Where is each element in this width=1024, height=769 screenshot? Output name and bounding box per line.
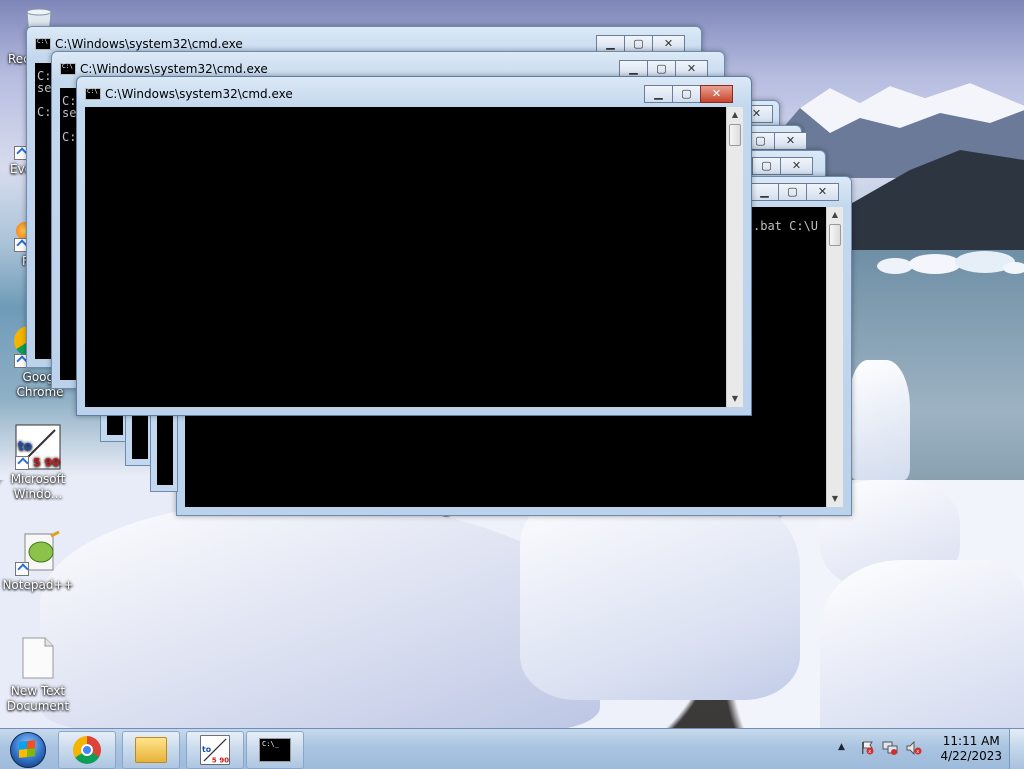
- close-button[interactable]: ✕: [774, 132, 807, 150]
- desktop-icon-new-text-document[interactable]: New Text Document: [2, 636, 74, 714]
- console-line: C:: [37, 105, 52, 119]
- scroll-down-arrow-icon[interactable]: ▼: [727, 391, 743, 407]
- close-icon: ✕: [817, 185, 828, 198]
- desktop-icon-microsoft-windows[interactable]: to 5 90 Microsoft Windo...: [2, 424, 74, 502]
- clock-date: 4/22/2023: [940, 749, 1002, 763]
- svg-text:x: x: [916, 749, 919, 755]
- maximize-button[interactable]: ▢: [672, 85, 701, 103]
- svg-text:to: to: [202, 745, 212, 754]
- cmd-app-icon: [85, 88, 101, 100]
- svg-text:to: to: [18, 439, 32, 453]
- maximize-icon: ▢: [633, 37, 644, 50]
- action-center-flag-icon[interactable]: x: [860, 741, 874, 755]
- window-title: C:\Windows\system32\cmd.exe: [55, 37, 243, 51]
- maximize-icon: ▢: [681, 87, 692, 100]
- window-controls: ▁ ▢ ✕: [596, 35, 685, 53]
- close-icon: ✕: [785, 134, 796, 147]
- window-controls: ▢ ✕: [752, 157, 813, 175]
- maximize-icon: ▢: [761, 159, 772, 172]
- maximize-icon: ▢: [656, 62, 667, 75]
- network-icon[interactable]: [882, 741, 898, 755]
- clock[interactable]: 11:11 AM 4/22/2023: [940, 734, 1002, 764]
- start-button[interactable]: [2, 730, 52, 768]
- close-button[interactable]: ✕: [780, 157, 813, 175]
- taskbar-item-chrome[interactable]: [58, 731, 116, 769]
- window-title: C:\Windows\system32\cmd.exe: [80, 62, 268, 76]
- desktop-icon-label: Microsoft Windo...: [10, 472, 66, 501]
- taskbar-item-microsoft-windows-shortcut[interactable]: to 5 90: [186, 731, 244, 769]
- minimize-icon: ▁: [629, 62, 638, 75]
- window-edge: [150, 412, 178, 492]
- cmd-window-active[interactable]: C:\Windows\system32\cmd.exe ▁ ▢ ✕ ▲ ▼: [76, 76, 752, 416]
- close-button[interactable]: ✕: [700, 85, 733, 103]
- notepad-plus-plus-icon: [15, 530, 61, 576]
- close-icon: ✕: [751, 107, 762, 120]
- windows-logo-icon: [19, 740, 35, 758]
- scroll-thumb[interactable]: [729, 124, 741, 146]
- text-document-icon: [21, 636, 55, 682]
- window-edge: [125, 412, 153, 466]
- minimize-icon: ▁: [654, 87, 663, 100]
- maximize-icon: ▢: [787, 185, 798, 198]
- taskbar-item-cmd[interactable]: C:\_: [246, 731, 304, 769]
- volume-muted-icon[interactable]: x: [906, 740, 922, 756]
- scroll-thumb[interactable]: [829, 224, 841, 246]
- cmd-app-icon: [60, 63, 76, 75]
- show-hidden-icons-button[interactable]: ▲: [838, 742, 845, 752]
- svg-text:x: x: [868, 749, 871, 755]
- minimize-icon: ▁: [760, 185, 769, 198]
- maximize-button[interactable]: ▢: [752, 157, 781, 175]
- window-controls: ▢ ✕: [746, 132, 807, 150]
- app-shortcut-icon: to 5 90: [200, 735, 230, 765]
- close-button[interactable]: ✕: [806, 183, 839, 201]
- cmd-icon: C:\_: [259, 738, 291, 762]
- close-icon: ✕: [686, 62, 697, 75]
- svg-text:5 90: 5 90: [33, 456, 60, 469]
- vertical-scrollbar[interactable]: ▲ ▼: [826, 207, 843, 507]
- window-title: C:\Windows\system32\cmd.exe: [105, 87, 293, 101]
- maximize-button[interactable]: ▢: [778, 183, 807, 201]
- console-line: se: [62, 106, 77, 120]
- iceberg-scenery: [850, 360, 910, 480]
- vertical-scrollbar[interactable]: ▲ ▼: [726, 107, 743, 407]
- close-icon: ✕: [791, 159, 802, 172]
- window-controls: ▁ ▢ ✕: [750, 183, 839, 201]
- iceberg-scenery: [820, 560, 1024, 730]
- show-desktop-button[interactable]: [1009, 729, 1024, 769]
- scroll-up-arrow-icon[interactable]: ▲: [727, 107, 743, 123]
- ice-floes-scenery: [877, 251, 1024, 274]
- minimize-icon: ▁: [606, 37, 615, 50]
- minimize-button[interactable]: ▁: [750, 183, 779, 201]
- window-controls: ▁ ▢ ✕: [619, 60, 708, 78]
- system-tray: ▲ x x 11:11 AM 4/22/2023: [834, 729, 1024, 769]
- ridge-scenery: [840, 150, 1024, 250]
- console-line: C:: [62, 130, 77, 144]
- taskbar-item-explorer[interactable]: [122, 731, 180, 769]
- shortcut-arrow-icon: [15, 456, 29, 470]
- shortcut-arrow-icon: [15, 562, 29, 576]
- console-output[interactable]: [85, 107, 726, 407]
- scroll-up-arrow-icon[interactable]: ▲: [827, 207, 843, 223]
- window-edge: [100, 412, 128, 442]
- console-line: .bat C:\U: [753, 219, 819, 233]
- desktop-icon-label: Notepad++: [2, 578, 74, 592]
- close-icon: ✕: [711, 87, 722, 100]
- close-icon: ✕: [663, 37, 674, 50]
- minimize-button[interactable]: ▁: [644, 85, 673, 103]
- chrome-icon: [73, 736, 101, 764]
- app-shortcut-icon: to 5 90: [15, 424, 61, 470]
- clock-time: 11:11 AM: [942, 734, 1000, 748]
- maximize-icon: ▢: [755, 134, 766, 147]
- svg-text:5 90: 5 90: [212, 755, 229, 764]
- cmd-app-icon: [35, 38, 51, 50]
- desktop-icon-label: New Text Document: [6, 684, 70, 713]
- folder-icon: [135, 737, 167, 763]
- scroll-down-arrow-icon[interactable]: ▼: [827, 491, 843, 507]
- window-controls: ▁ ▢ ✕: [644, 85, 733, 103]
- console-line: se: [37, 81, 52, 95]
- desktop-icon-notepad-plus-plus[interactable]: Notepad++: [2, 530, 74, 593]
- taskbar: to 5 90 C:\_ ▲ x x 11:11 AM 4/22/2023: [0, 728, 1024, 769]
